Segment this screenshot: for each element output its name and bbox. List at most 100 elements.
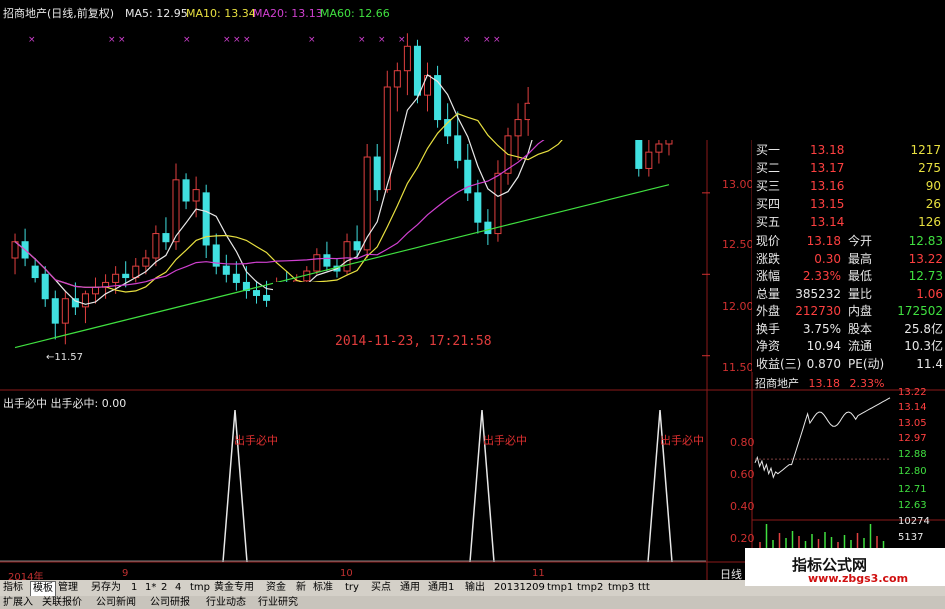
bid-label: 买一 xyxy=(756,143,781,157)
stat-label: 涨跌 xyxy=(756,251,781,266)
mini-chart-tick: 13.14 xyxy=(898,402,927,413)
stat-value: 13.22 xyxy=(908,251,943,266)
info-tab[interactable]: 公司研报 xyxy=(150,596,190,609)
template-tab[interactable]: 标准 xyxy=(313,581,333,595)
template-tab[interactable]: tmp3 xyxy=(608,581,634,595)
template-tab[interactable]: tmp1 xyxy=(547,581,573,595)
template-tab[interactable]: 通用1 xyxy=(428,581,454,595)
timestamp: 2014-11-23, 17:21:58 xyxy=(335,334,492,349)
candle-body xyxy=(31,265,39,279)
template-tab[interactable]: 2 xyxy=(161,581,167,595)
mini-chart-tick: 12.71 xyxy=(898,484,927,495)
marker-x: × xyxy=(233,35,241,45)
bid-row: 买一 13.18 1217 xyxy=(752,141,945,159)
signal-label: 出手必中 xyxy=(483,434,527,447)
mini-chart-tick: 12.97 xyxy=(898,433,927,444)
bid-price: 13.16 xyxy=(810,179,845,193)
candle-body xyxy=(494,172,502,235)
template-tab[interactable]: 通用 xyxy=(400,581,420,595)
info-tab[interactable]: 行业研究 xyxy=(258,596,298,609)
template-tab[interactable]: 新 xyxy=(296,581,306,595)
candle-body xyxy=(252,290,261,296)
redacted-block xyxy=(273,282,670,328)
template-tab[interactable]: 1* xyxy=(145,581,156,595)
mini-chart-tick: 5137 xyxy=(898,532,924,543)
stat-row: 换手 3.75% 股本 25.8亿 xyxy=(752,320,945,338)
template-tab[interactable]: tmp2 xyxy=(577,581,603,595)
candle-body xyxy=(263,294,271,301)
stat-value: 10.3亿 xyxy=(904,339,943,353)
info-tab[interactable]: 行业动态 xyxy=(206,596,246,609)
template-tab[interactable]: 指标 xyxy=(3,581,23,595)
info-tab[interactable]: 关联报价 xyxy=(42,596,82,609)
marker-x: × xyxy=(493,35,501,45)
candle-body xyxy=(313,254,321,272)
bid-label: 买四 xyxy=(756,197,781,211)
mini-chart-name: 招商地产 xyxy=(755,377,799,390)
bid-row: 买三 13.16 90 xyxy=(752,177,945,195)
marker-x: × xyxy=(308,35,316,45)
template-tab[interactable]: 输出 xyxy=(465,581,485,595)
stat-value: 2.33% xyxy=(802,269,841,283)
quote-panel: 买一 13.18 1217 买二 13.17 275 买三 13.16 90 买四 13.15 26 买… xyxy=(752,140,945,372)
stat-label: 涨幅 xyxy=(756,269,781,283)
candle-body xyxy=(232,273,240,283)
stat-row: 收益(三) 0.870 PE(动) 11.4 xyxy=(752,355,945,373)
candle-body xyxy=(162,233,170,243)
template-tab[interactable]: ttt xyxy=(638,581,650,595)
bid-price: 13.18 xyxy=(810,143,845,157)
stat-label: 外盘 xyxy=(756,304,781,318)
watermark-url: www.zbgs3.com xyxy=(808,572,909,585)
candle-body xyxy=(142,257,150,267)
marker-x: × xyxy=(243,35,251,45)
template-tab[interactable]: 20131209 xyxy=(494,581,545,595)
bid-volume: 126 xyxy=(918,215,941,229)
candle-body xyxy=(182,179,190,202)
stat-label: 最高 xyxy=(848,251,873,266)
redacted-top xyxy=(530,0,752,140)
stat-row: 外盘 212730 内盘 172502 xyxy=(752,302,945,320)
stat-row: 总量 385232 量比 1.06 xyxy=(752,285,945,303)
indicator-header: 出手必中 出手必中: 0.00 xyxy=(3,397,127,410)
signal-label: 出手必中 xyxy=(660,434,704,447)
ma5-label: MA5: 12.95 xyxy=(125,7,188,20)
template-tab[interactable]: 资金 xyxy=(266,581,286,595)
template-tab[interactable]: 买点 xyxy=(371,581,391,595)
info-tab[interactable]: 公司新闻 xyxy=(96,596,136,609)
candle-body xyxy=(454,135,462,161)
stat-value: 0.870 xyxy=(806,356,841,371)
stat-label: 收益(三) xyxy=(756,356,802,371)
ma10-label: MA10: 13.34 xyxy=(186,7,256,20)
candle-body xyxy=(353,241,361,251)
template-tab[interactable]: 另存为 xyxy=(91,581,121,595)
candle-body xyxy=(122,273,130,279)
template-tab[interactable]: 1 xyxy=(131,581,137,595)
stat-value: 0.30 xyxy=(814,251,841,266)
mini-chart-tick: 13.22 xyxy=(898,387,927,398)
stat-value: 10.94 xyxy=(806,339,841,353)
template-tab[interactable]: try xyxy=(345,581,359,595)
bid-label: 买二 xyxy=(756,161,781,175)
stat-value: 1.06 xyxy=(916,286,943,301)
stat-label: 流通 xyxy=(848,339,873,353)
template-tab[interactable]: 黄金专用 xyxy=(214,581,254,595)
stat-row: 净资 10.94 流通 10.3亿 xyxy=(752,337,945,355)
marker-x: × xyxy=(378,35,386,45)
stat-label: 换手 xyxy=(756,321,781,336)
indicator-tick: 0.40 xyxy=(730,500,755,513)
price-tick: 13.00 xyxy=(722,178,754,191)
template-tab[interactable]: 管理 xyxy=(58,581,78,595)
marker-x: × xyxy=(398,35,406,45)
marker-x: × xyxy=(358,35,366,45)
info-tab[interactable]: 扩展入 xyxy=(3,596,33,609)
mini-chart-tick: 12.63 xyxy=(898,500,927,511)
candle-body xyxy=(41,273,49,300)
template-tab[interactable]: 模板 xyxy=(30,581,56,597)
template-tab[interactable]: tmp xyxy=(190,581,210,595)
stat-value: 172502 xyxy=(897,304,943,318)
bid-volume: 275 xyxy=(918,161,941,175)
bid-volume: 26 xyxy=(925,197,941,211)
template-tab[interactable]: 4 xyxy=(175,581,181,595)
stat-label: 股本 xyxy=(848,321,873,336)
candle-body xyxy=(373,156,381,191)
